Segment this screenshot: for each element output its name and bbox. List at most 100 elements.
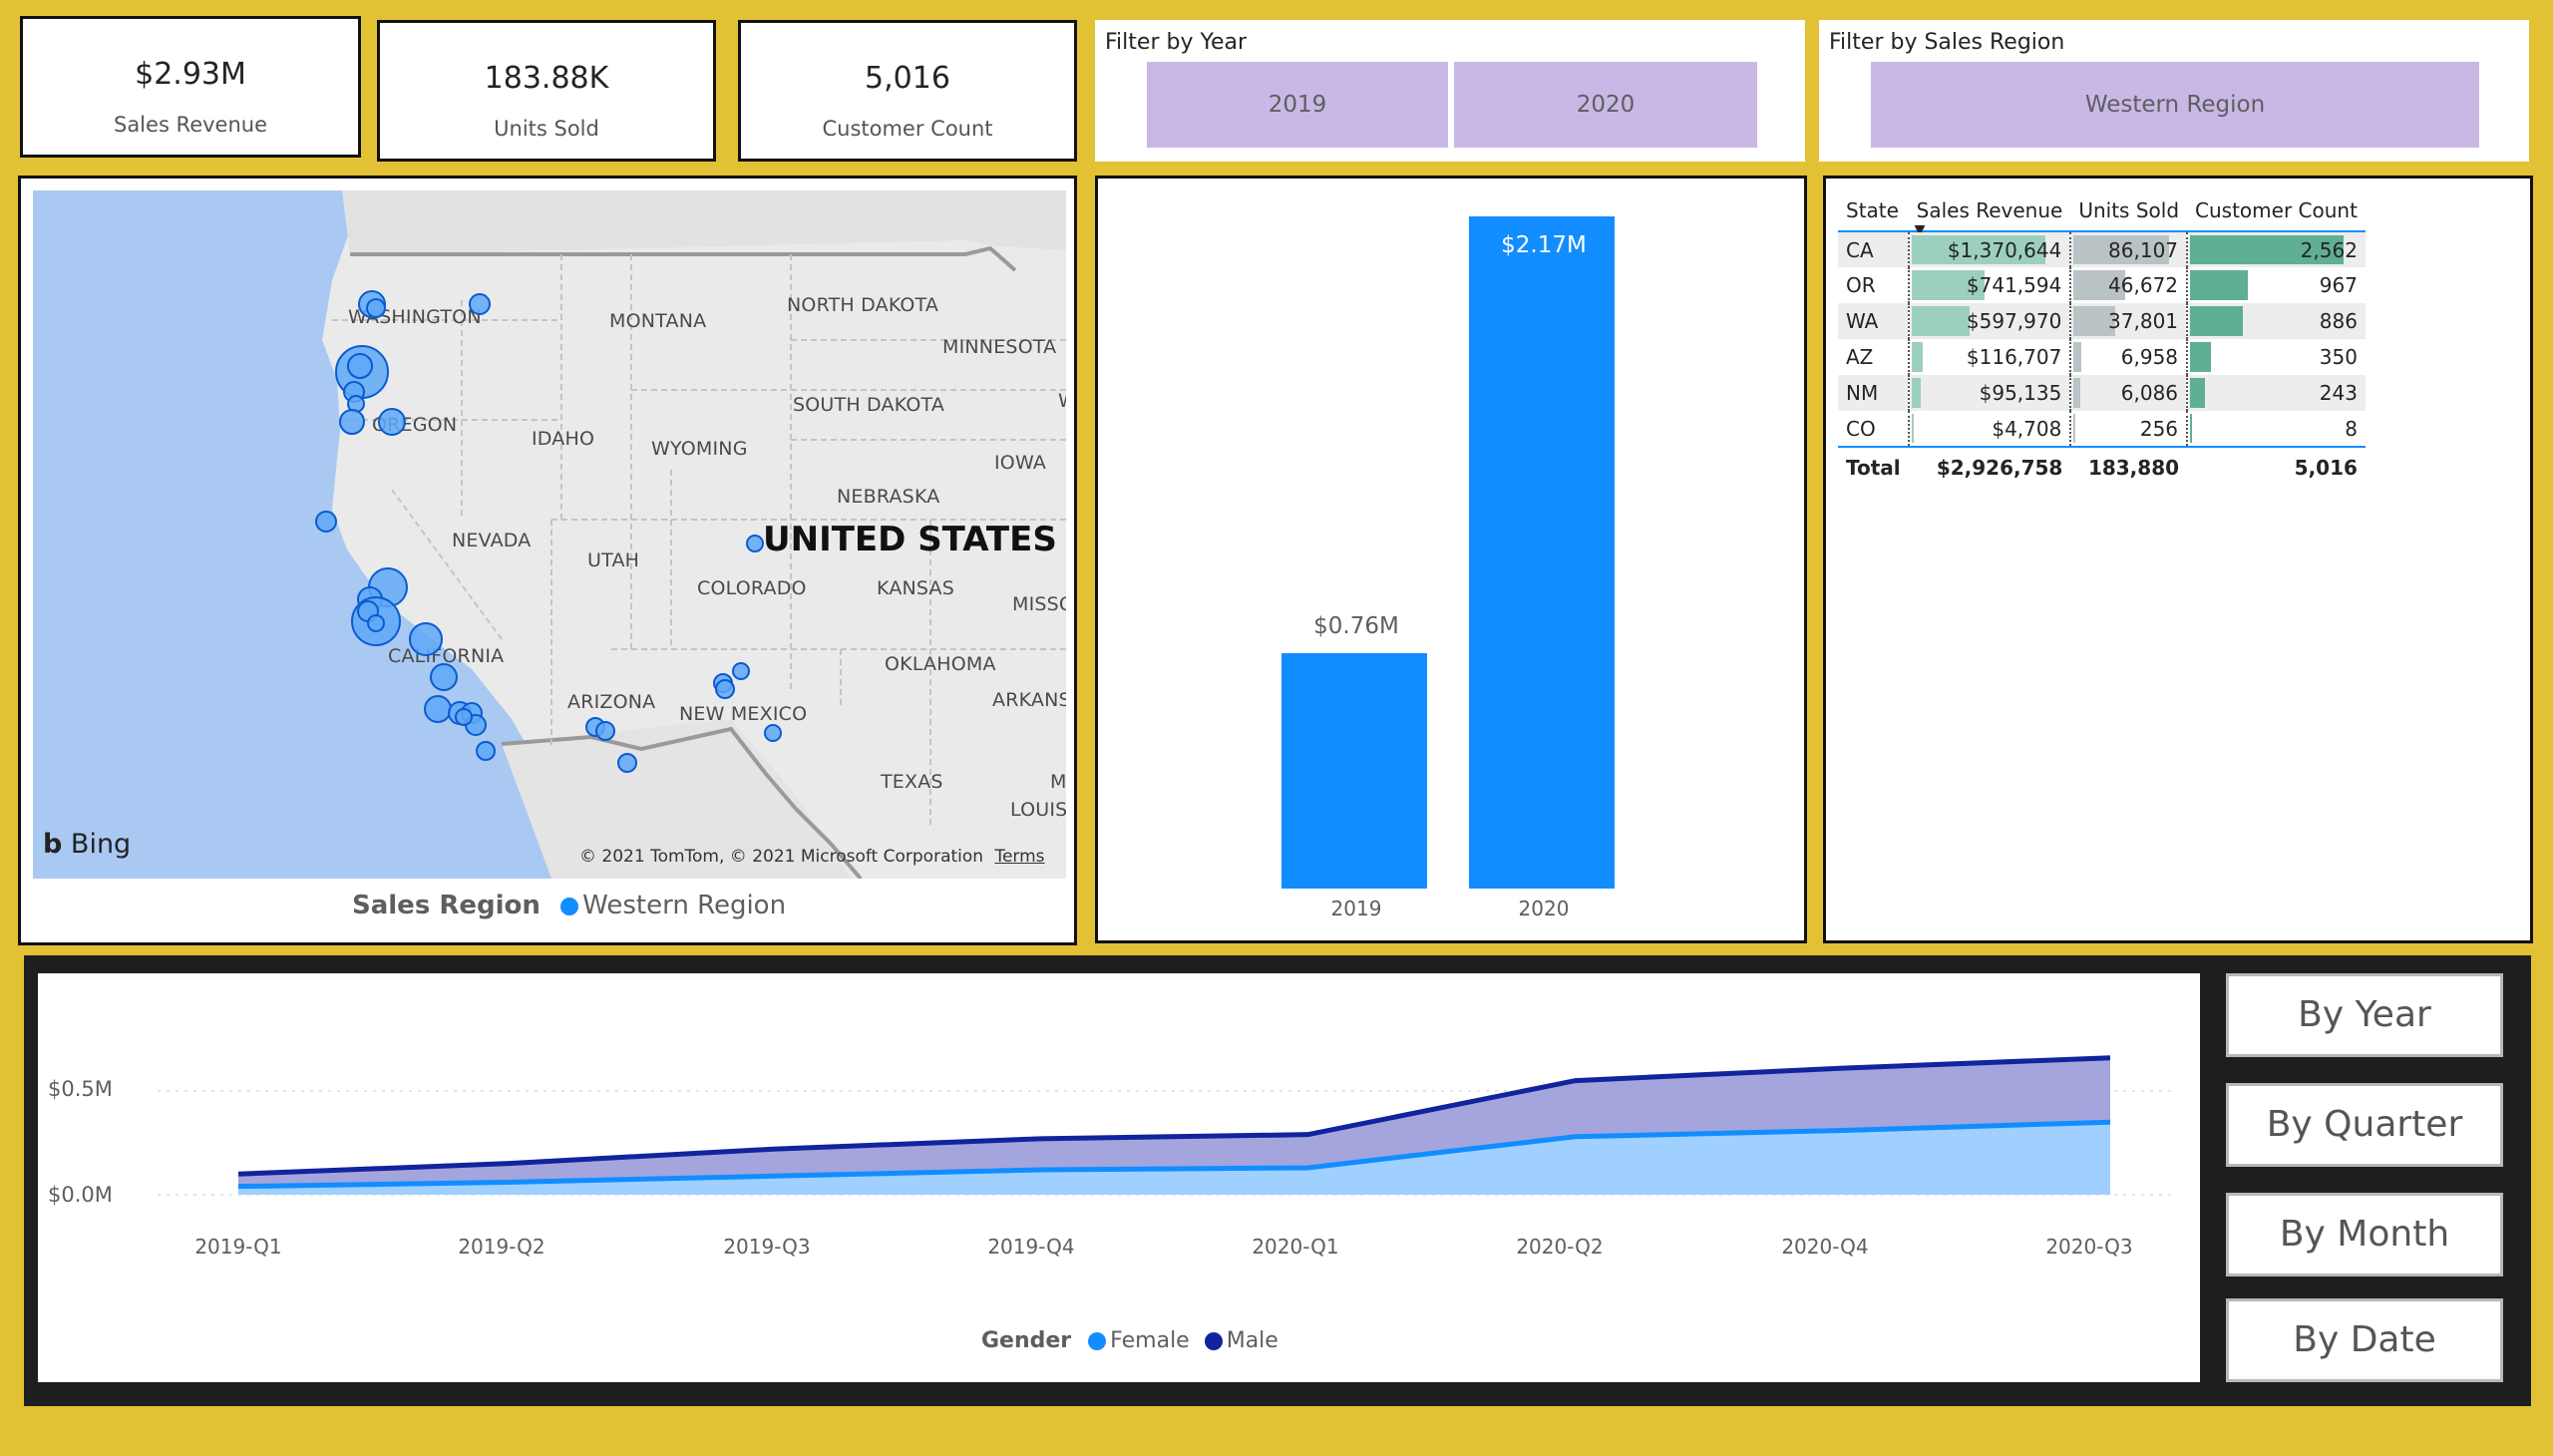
cell-customers: 8 — [2186, 411, 2366, 447]
x-axis-tick: 2019-Q1 — [194, 1235, 282, 1259]
map-canvas[interactable]: WASHINGTON MONTANA NORTH DAKOTA MINNESOT… — [33, 190, 1066, 879]
matrix-row-or[interactable]: OR $741,594 46,672 967 — [1838, 267, 2366, 303]
cell-units: 37,801 — [2069, 303, 2188, 339]
cell-customers: 886 — [2186, 303, 2366, 339]
cell-state: CO — [1846, 416, 1876, 441]
cell-customers: 243 — [2186, 375, 2366, 411]
cell-units-databar — [2073, 378, 2081, 408]
bottom-section: $0.5M $0.0M 2019-Q1 2019-Q2 2019-Q3 2019… — [24, 955, 2531, 1406]
matrix-row-nm[interactable]: NM $95,135 6,086 243 — [1838, 375, 2366, 411]
cell-customers: 2,562 — [2186, 231, 2366, 267]
kpi-value: $2.93M — [135, 57, 246, 92]
map-bubble — [424, 695, 452, 723]
cell-customers-databar — [2190, 306, 2244, 336]
cell-units: 6,086 — [2069, 375, 2188, 411]
map-bubble — [339, 409, 365, 435]
col-header-label: Sales Revenue — [1916, 198, 2063, 222]
map-copyright: © 2021 TomTom, © 2021 Microsoft Corporat… — [579, 847, 1045, 867]
area-legend-item-male[interactable]: Male — [1227, 1328, 1278, 1353]
map-legend-item[interactable]: Western Region — [582, 891, 786, 920]
x-axis-tick: 2020-Q2 — [1516, 1235, 1604, 1259]
cell-customers-databar — [2190, 270, 2249, 300]
cell-customers: 350 — [2186, 339, 2366, 375]
map-bubbles — [315, 290, 782, 773]
col-header-sales-revenue[interactable]: Sales Revenue ▼ — [1909, 192, 2071, 238]
kpi-label: Units Sold — [494, 117, 599, 141]
cell-revenue: $597,970 — [1907, 303, 2071, 339]
cell-units: 256 — [2069, 411, 2188, 447]
year-slicer: Filter by Year 2019 2020 — [1095, 20, 1805, 162]
region-slicer: Filter by Sales Region Western Region — [1819, 20, 2529, 162]
cell-customers-databar — [2190, 342, 2212, 372]
kpi-value: 5,016 — [865, 61, 950, 96]
col-header-units-sold[interactable]: Units Sold — [2070, 192, 2187, 231]
cell-revenue: $116,707 — [1907, 339, 2071, 375]
map-legend-title: Sales Region — [352, 891, 541, 920]
x-axis-tick: 2020-Q4 — [1781, 1235, 1869, 1259]
map-copyright-text: © 2021 TomTom, © 2021 Microsoft Corporat… — [579, 847, 984, 867]
cell-units: 86,107 — [2069, 231, 2188, 267]
revenue-by-year-panel: $0.76M $2.17M 2019 2020 — [1095, 176, 1807, 943]
cell-units-databar — [2073, 414, 2076, 443]
y-axis-tick-0-5m: $0.5M — [48, 1077, 113, 1101]
by-year-button[interactable]: By Year — [2226, 973, 2503, 1057]
by-date-button[interactable]: By Date — [2226, 1298, 2503, 1382]
cell-revenue: $1,370,644 — [1907, 231, 2071, 267]
map-terms-link[interactable]: Terms — [994, 847, 1044, 867]
cell-customers: 967 — [2186, 267, 2366, 303]
by-quarter-button[interactable]: By Quarter — [2226, 1083, 2503, 1167]
revenue-by-gender-panel: $0.5M $0.0M 2019-Q1 2019-Q2 2019-Q3 2019… — [38, 973, 2200, 1382]
kpi-value: 183.88K — [484, 61, 609, 96]
year-option-2020[interactable]: 2020 — [1454, 62, 1757, 148]
map-bubble — [732, 662, 750, 680]
bar-chart-svg — [1281, 216, 1615, 889]
matrix-row-az[interactable]: AZ $116,707 6,958 350 — [1838, 339, 2366, 375]
bar-2020[interactable] — [1469, 216, 1615, 889]
legend-dot-icon — [1204, 1332, 1223, 1350]
area-legend-title: Gender — [981, 1328, 1072, 1353]
state-matrix: State Sales Revenue ▼ Units Sold Custome… — [1838, 192, 2366, 487]
cell-units: 6,958 — [2069, 339, 2188, 375]
area-chart-svg — [158, 1055, 2172, 1196]
y-axis-tick-0-0m: $0.0M — [48, 1183, 113, 1207]
cell-state: NM — [1838, 375, 1909, 411]
area-legend: Gender Female Male — [981, 1328, 1278, 1353]
x-axis-tick: 2019-Q3 — [723, 1235, 811, 1259]
map-bubble — [469, 293, 491, 315]
map-bubble — [746, 535, 764, 552]
cell-revenue-databar — [1911, 342, 1923, 372]
by-month-button[interactable]: By Month — [2226, 1193, 2503, 1276]
cell-revenue: $95,135 — [1907, 375, 2071, 411]
region-option-western[interactable]: Western Region — [1871, 62, 2479, 148]
x-axis-tick-2019: 2019 — [1330, 897, 1382, 920]
bar-data-label-2019: $0.76M — [1313, 613, 1399, 639]
matrix-row-wa[interactable]: WA $597,970 37,801 886 — [1838, 303, 2366, 339]
matrix-row-ca[interactable]: CA $1,370,644 86,107 2,562 — [1838, 231, 2366, 267]
cell-revenue-databar — [1911, 306, 1970, 336]
bar-2019[interactable] — [1281, 652, 1427, 889]
kpi-card-sales-revenue: $2.93M Sales Revenue — [20, 16, 361, 158]
map-bubble — [617, 753, 637, 773]
x-axis-tick: 2019-Q4 — [987, 1235, 1075, 1259]
kpi-label: Customer Count — [822, 117, 993, 141]
matrix-row-co[interactable]: CO $4,708 256 8 — [1838, 411, 2366, 447]
x-axis-tick: 2019-Q2 — [458, 1235, 546, 1259]
area-legend-item-female[interactable]: Female — [1110, 1328, 1190, 1353]
map-bubble — [764, 724, 782, 742]
map-bubble — [455, 708, 473, 726]
x-axis-tick: 2020-Q3 — [2045, 1235, 2133, 1259]
cell-state: OR — [1846, 273, 1876, 297]
col-header-customer-count[interactable]: Customer Count — [2187, 192, 2366, 231]
map-panel: WASHINGTON MONTANA NORTH DAKOTA MINNESOT… — [18, 176, 1077, 945]
cell-state: CA — [1838, 231, 1909, 267]
map-bubble — [347, 353, 373, 379]
cell-units: 46,672 — [2069, 267, 2188, 303]
kpi-card-customer-count: 5,016 Customer Count — [738, 20, 1077, 162]
cell-units-databar — [2073, 342, 2082, 372]
total-units: 183,880 — [2070, 447, 2188, 487]
x-axis-tick-2020: 2020 — [1518, 897, 1570, 920]
year-option-2019[interactable]: 2019 — [1147, 62, 1448, 148]
map-bubble — [378, 408, 406, 436]
total-customers: 5,016 — [2187, 447, 2366, 487]
col-header-state[interactable]: State — [1838, 192, 1909, 231]
